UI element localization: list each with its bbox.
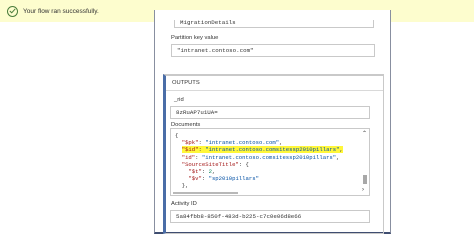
rid-value[interactable]: 8zRuAP7u1UA= [170, 106, 370, 119]
json-line: "$pk": "intranet.contoso.com", [181, 139, 283, 147]
migration-value: MigrationDetails [174, 20, 374, 28]
hscrollbar-thumb[interactable] [173, 192, 238, 194]
json-line: "id": "intranet.contoso.comsitessp2010pi… [181, 153, 340, 161]
run-details-card: MigrationDetails Partition key value "in… [154, 10, 391, 234]
documents-json: { "$pk": "intranet.contoso.com", "$id": … [175, 132, 343, 190]
json-line: { [175, 132, 179, 139]
activity-id-label: Activity ID [171, 201, 197, 207]
json-line: }, [175, 182, 189, 190]
rid-label: _rid [174, 97, 184, 103]
outputs-header: OUTPUTS [166, 76, 383, 91]
partition-key-label: Partition key value [171, 35, 219, 41]
check-circle-icon [7, 5, 18, 17]
documents-hscrollbar[interactable] [171, 191, 363, 195]
activity-id-value[interactable]: 5a84fbb8-850f-483d-b225-c7c0e06d8e66 [170, 210, 370, 223]
documents-scrollbar[interactable]: ⌃ › [361, 129, 369, 195]
chevron-up-icon[interactable]: ⌃ [362, 130, 367, 137]
json-line: "$t": 2, [188, 168, 216, 176]
partition-key-value[interactable]: "intranet.contoso.com" [171, 44, 375, 57]
documents-viewer[interactable]: { "$pk": "intranet.contoso.com", "$id": … [170, 128, 370, 196]
success-message: Your flow ran successfully. [23, 7, 99, 15]
json-line-highlighted: "$id": "intranet.contoso.comsitessp2010p… [181, 146, 343, 154]
scrollbar-thumb[interactable] [363, 175, 367, 184]
json-line: "$v": "sp2010pillars" [188, 175, 259, 183]
json-line: "SourceSiteTitle": { [181, 160, 249, 168]
